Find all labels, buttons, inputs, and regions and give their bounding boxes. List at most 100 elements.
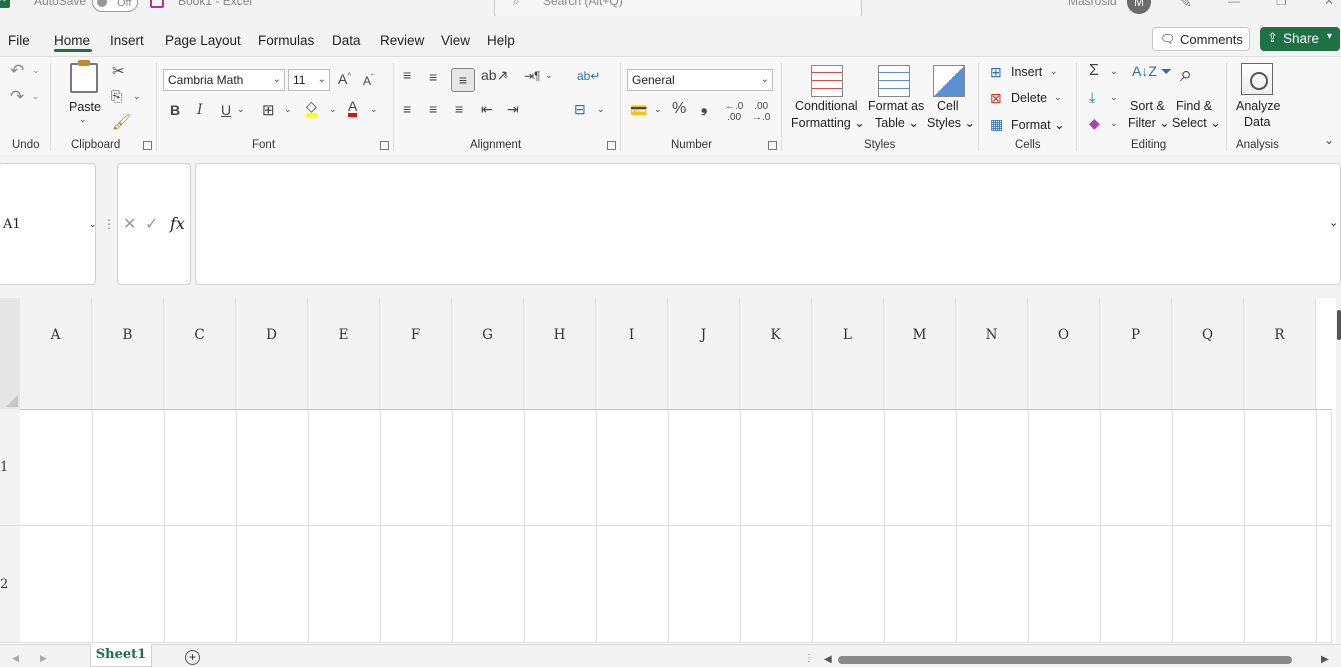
column-header-r[interactable]: R [1244, 298, 1316, 409]
cut-icon[interactable]: ✂ [112, 62, 125, 80]
column-header-c[interactable]: C [164, 298, 236, 409]
vertical-scrollbar[interactable] [1336, 298, 1341, 644]
delete-cells-icon[interactable]: ⊠ [990, 90, 1002, 107]
align-left-icon[interactable]: ≡ [403, 101, 411, 117]
decrease-decimal-icon[interactable]: .00 →.0 [752, 101, 770, 123]
delete-cells-label[interactable]: Delete [1011, 91, 1047, 105]
column-header-j[interactable]: J [668, 298, 740, 409]
align-middle-icon[interactable]: ≡ [429, 69, 437, 85]
decrease-indent-icon[interactable]: ⇤ [481, 101, 493, 118]
format-cells-icon[interactable]: ▦ [990, 116, 1003, 133]
column-header-m[interactable]: M [884, 298, 956, 409]
search-box[interactable]: ⌕ Search (Alt+Q) [494, 0, 862, 16]
align-right-icon[interactable]: ≡ [455, 101, 463, 117]
column-header-g[interactable]: G [452, 298, 524, 409]
close-icon[interactable]: ✕ [1324, 0, 1334, 8]
borders-icon[interactable]: ⊞ [262, 101, 275, 119]
format-painter-icon[interactable]: 🖌 [112, 113, 131, 131]
italic-icon[interactable]: I [197, 102, 203, 118]
chevron-down-icon[interactable]: ⌄ [329, 104, 337, 115]
comma-style-icon[interactable]: ❟ [701, 99, 707, 117]
clipboard-launcher-icon[interactable] [143, 141, 152, 150]
column-header-e[interactable]: E [308, 298, 380, 409]
splitter-icon[interactable]: ⋮ [804, 653, 814, 664]
increase-decimal-icon[interactable]: ←.0.00 [725, 101, 743, 123]
cell-styles-icon[interactable] [933, 65, 965, 97]
percent-icon[interactable]: % [672, 100, 686, 118]
wrap-text-icon[interactable]: ab↵ [577, 69, 600, 83]
insert-function-icon[interactable]: fx [170, 214, 185, 233]
tab-view[interactable]: View [441, 33, 470, 48]
redo-icon[interactable]: ↷ [10, 87, 24, 107]
decrease-font-icon[interactable]: Aˇ [363, 73, 374, 88]
cancel-icon[interactable]: ✕ [123, 214, 136, 234]
format-as-table-label-2[interactable]: Table ⌄ [875, 115, 919, 130]
column-header-n[interactable]: N [956, 298, 1028, 409]
increase-font-icon[interactable]: A^ [338, 71, 351, 87]
analyze-data-icon[interactable] [1241, 63, 1273, 95]
horizontal-scrollbar-thumb[interactable] [838, 656, 1292, 664]
column-header-d[interactable]: D [236, 298, 308, 409]
conditional-formatting-icon[interactable] [811, 65, 843, 97]
chevron-down-icon[interactable]: ⌄ [597, 104, 605, 115]
chevron-down-icon[interactable]: ⌄ [79, 114, 87, 125]
tab-formulas[interactable]: Formulas [258, 33, 314, 48]
worksheet-grid[interactable]: ABCDEFGHIJKLMNOPQR 12 [0, 298, 1341, 644]
hscroll-right-icon[interactable]: ▶ [1321, 654, 1329, 665]
analyze-data-label-1[interactable]: Analyze [1236, 99, 1280, 113]
fill-color-icon[interactable]: ◇ [306, 99, 317, 117]
column-header-b[interactable]: B [92, 298, 164, 409]
conditional-formatting-label-2[interactable]: Formatting ⌄ [791, 115, 865, 130]
autosave-toggle[interactable]: Off [92, 0, 138, 12]
enter-icon[interactable]: ✓ [145, 214, 158, 234]
clear-icon[interactable]: ◆ [1089, 115, 1100, 132]
autosum-icon[interactable]: Σ [1089, 62, 1099, 80]
column-header-q[interactable]: Q [1172, 298, 1244, 409]
name-box[interactable]: A1 ⌄ [0, 163, 97, 285]
chevron-down-icon[interactable]: ⌄ [32, 65, 40, 76]
bold-icon[interactable]: B [170, 102, 180, 118]
chevron-down-icon[interactable]: ⌄ [89, 219, 97, 230]
avatar[interactable]: M [1127, 0, 1151, 14]
tab-help[interactable]: Help [487, 33, 515, 48]
format-as-table-label-1[interactable]: Format as [868, 99, 924, 113]
column-header-k[interactable]: K [740, 298, 812, 409]
sort-filter-label-2[interactable]: Filter ⌄ [1128, 115, 1170, 130]
share-button[interactable]: ⇪ Share ▾ [1260, 27, 1340, 51]
restore-icon[interactable]: ❐ [1276, 0, 1287, 8]
column-header-l[interactable]: L [812, 298, 884, 409]
cell-styles-label-2[interactable]: Styles ⌄ [927, 115, 975, 130]
text-direction-icon[interactable]: ⇥¶ [524, 69, 541, 83]
pen-icon[interactable]: ✎ [1180, 0, 1192, 11]
chevron-down-icon[interactable]: ⌄ [1054, 92, 1062, 103]
find-select-label-1[interactable]: Find & [1176, 99, 1212, 113]
chevron-down-icon[interactable]: ⌄ [502, 70, 510, 81]
chevron-down-icon[interactable]: ⌄ [1110, 66, 1118, 77]
sort-filter-label-1[interactable]: Sort & [1130, 99, 1165, 113]
column-header-f[interactable]: F [380, 298, 452, 409]
tab-insert[interactable]: Insert [110, 33, 144, 48]
undo-icon[interactable]: ↶ [10, 61, 24, 81]
format-as-table-icon[interactable] [878, 65, 910, 97]
more-icon[interactable]: ⋮ [103, 217, 115, 231]
fill-icon[interactable]: ⤓ [1089, 89, 1095, 106]
insert-cells-icon[interactable]: ⊞ [990, 64, 1002, 81]
align-center-icon[interactable]: ≡ [429, 101, 437, 117]
minimize-icon[interactable]: — [1228, 0, 1240, 8]
column-header-o[interactable]: O [1028, 298, 1100, 409]
insert-cells-label[interactable]: Insert [1011, 65, 1042, 79]
save-icon[interactable] [150, 0, 164, 8]
font-launcher-icon[interactable] [380, 141, 389, 150]
chevron-down-icon[interactable]: ▾ [1327, 31, 1332, 42]
scroll-left-icon[interactable]: ◀ [12, 653, 19, 664]
chevron-down-icon[interactable]: ⌄ [1110, 92, 1118, 103]
accounting-format-icon[interactable]: 💳 [630, 102, 647, 119]
tab-home[interactable]: Home [54, 33, 90, 48]
comments-button[interactable]: 🗨 Comments [1152, 27, 1250, 51]
tab-file[interactable]: File [8, 33, 30, 48]
chevron-down-icon[interactable]: ⌄ [1050, 66, 1058, 77]
chevron-down-icon[interactable]: ⌄ [32, 91, 40, 102]
chevron-down-icon[interactable]: ⌄ [237, 104, 245, 115]
underline-icon[interactable]: U [221, 102, 231, 118]
chevron-down-icon[interactable]: ⌄ [1110, 118, 1118, 129]
